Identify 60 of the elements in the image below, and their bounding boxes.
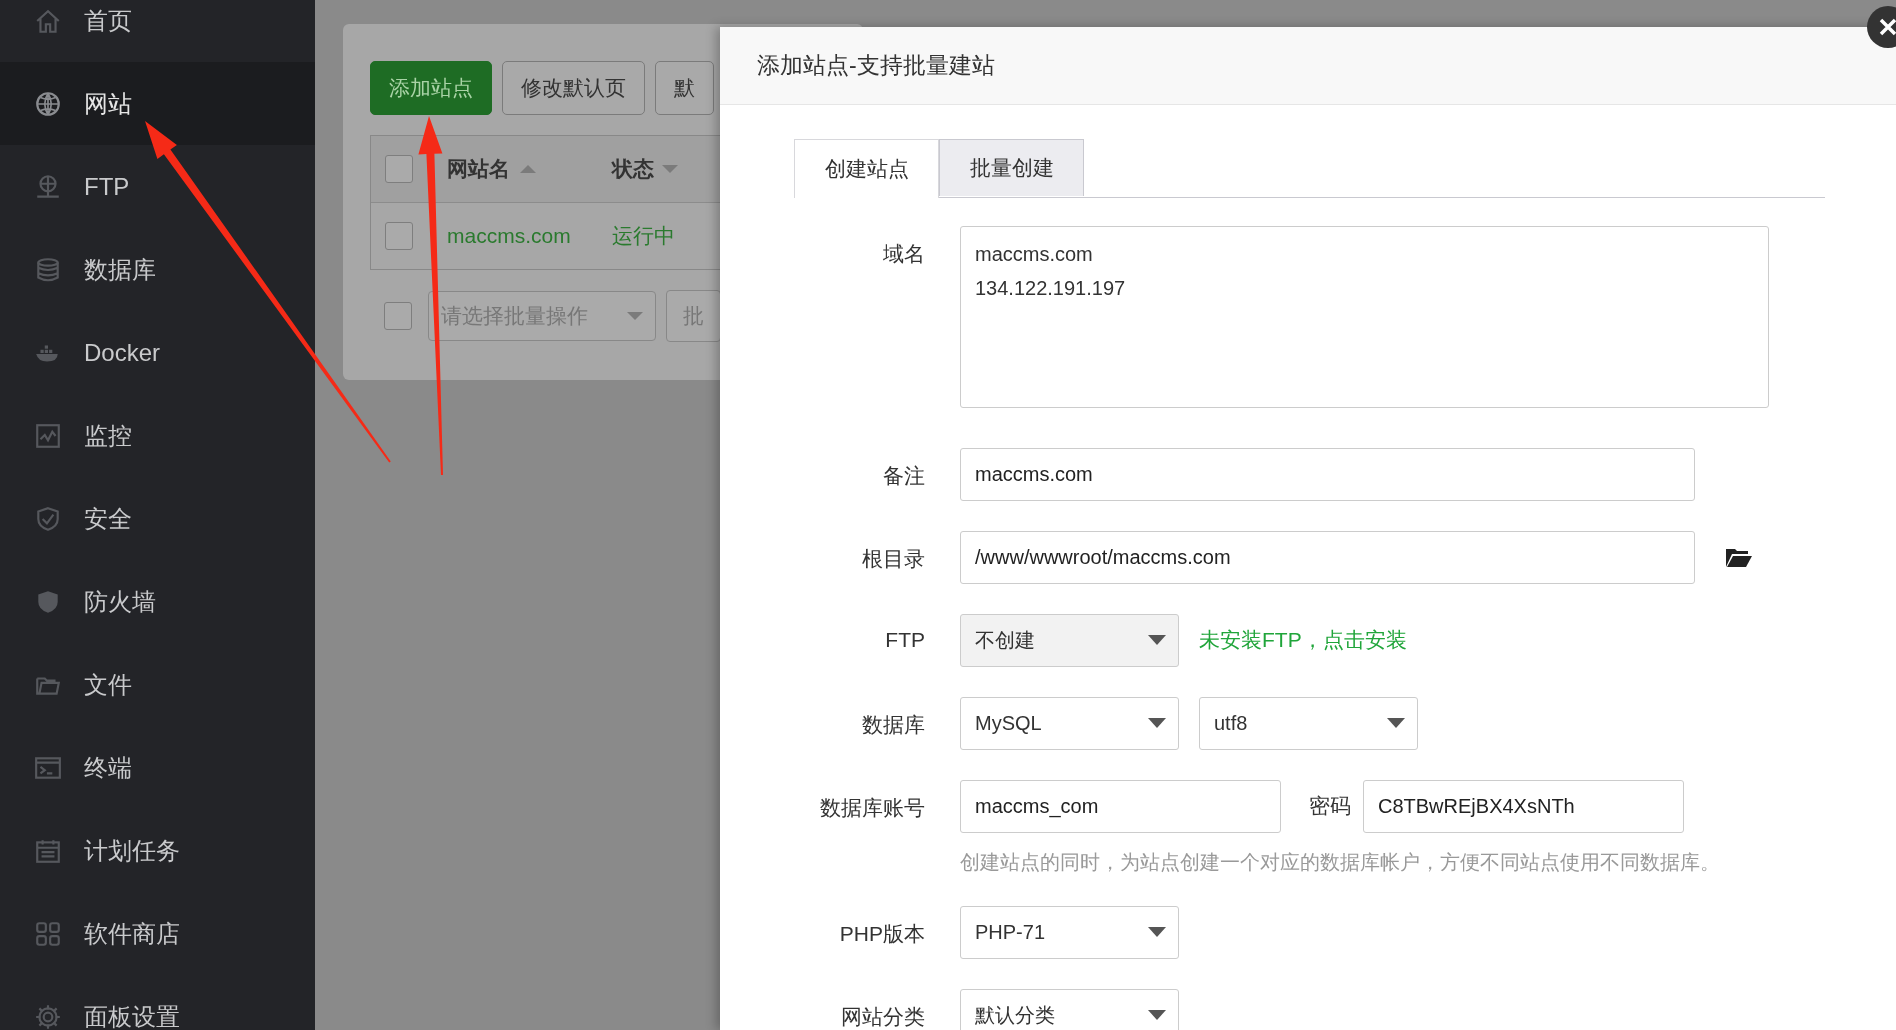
sort-icon[interactable] (520, 165, 536, 173)
settings-icon (34, 1002, 62, 1030)
dialog-title: 添加站点-支持批量建站 (757, 51, 995, 80)
field-label: 备注 (882, 462, 925, 489)
dropdown[interactable]: PHP-71 (960, 905, 1179, 959)
column-header[interactable]: 网站名 (447, 155, 510, 183)
toolbar-button[interactable]: 修改默认页 (502, 61, 645, 115)
grid-icon (34, 919, 62, 948)
field-label: 网站分类 (840, 1003, 925, 1030)
sidebar-item[interactable]: 计划任务 (0, 809, 315, 892)
tab[interactable]: 创建站点 (794, 139, 939, 198)
sort-icon[interactable] (662, 165, 678, 173)
input-field[interactable]: /www/wwwroot/maccms.com (960, 530, 1695, 584)
toolbar-button[interactable]: 默 (655, 61, 714, 115)
sidebar-item[interactable]: 面板设置 (0, 975, 315, 1030)
caret-icon (1148, 718, 1166, 728)
caret-icon (1148, 927, 1166, 937)
sidebar-item[interactable]: 文件 (0, 643, 315, 726)
dropdown[interactable]: 默认分类 (960, 988, 1179, 1030)
caret-icon (1148, 635, 1166, 645)
database-icon (34, 255, 62, 284)
globe-icon (34, 89, 62, 118)
sidebar-item[interactable]: 软件商店 (0, 892, 315, 975)
sidebar-item[interactable]: 数据库 (0, 228, 315, 311)
dropdown[interactable]: MySQL (960, 696, 1179, 750)
folder-icon[interactable] (1725, 546, 1753, 568)
caret-icon (1387, 718, 1405, 728)
checkbox[interactable] (385, 155, 413, 183)
checkbox[interactable] (385, 222, 413, 250)
status-text: 运行中 (612, 223, 675, 249)
chart-icon (34, 421, 62, 450)
sidebar-item[interactable]: 首页 (0, 0, 315, 62)
network-icon (34, 172, 62, 201)
caret-icon (627, 312, 643, 320)
sidebar-item[interactable]: FTP (0, 145, 315, 228)
checkbox[interactable] (384, 302, 412, 330)
hint-text: 创建站点的同时，为站点创建一个对应的数据库帐户，方便不同站点使用不同数据库。 (960, 849, 1721, 875)
input-field[interactable]: maccms.com (960, 447, 1695, 501)
field-label: 域名 (882, 240, 925, 267)
caret-icon (1148, 1010, 1166, 1020)
sidebar-item[interactable]: 监控 (0, 394, 315, 477)
dropdown[interactable]: utf8 (1199, 696, 1418, 750)
sidebar-item[interactable]: Docker (0, 311, 315, 394)
field-label: 密码 (1309, 793, 1351, 819)
toolbar-button[interactable]: 添加站点 (370, 61, 492, 115)
domain-textarea[interactable]: maccms.com 134.122.191.197 (960, 225, 1769, 408)
sidebar-item[interactable]: 终端 (0, 726, 315, 809)
sidebar-item[interactable]: 网站 (0, 62, 315, 145)
input-field[interactable]: maccms_com (960, 779, 1281, 833)
shield-icon (34, 504, 62, 533)
input-field[interactable]: C8TBwREjBX4XsNTh (1363, 779, 1684, 833)
field-label: 数据库 (861, 711, 925, 738)
sidebar-item[interactable]: 安全 (0, 477, 315, 560)
field-label: 根目录 (861, 545, 925, 572)
tab[interactable]: 批量创建 (939, 139, 1084, 196)
field-label: 数据库账号 (819, 794, 925, 821)
field-label: FTP (884, 626, 925, 652)
column-header[interactable]: 状态 (612, 155, 654, 183)
sidebar-item[interactable]: 防火墙 (0, 560, 315, 643)
field-label: PHP版本 (838, 920, 925, 947)
